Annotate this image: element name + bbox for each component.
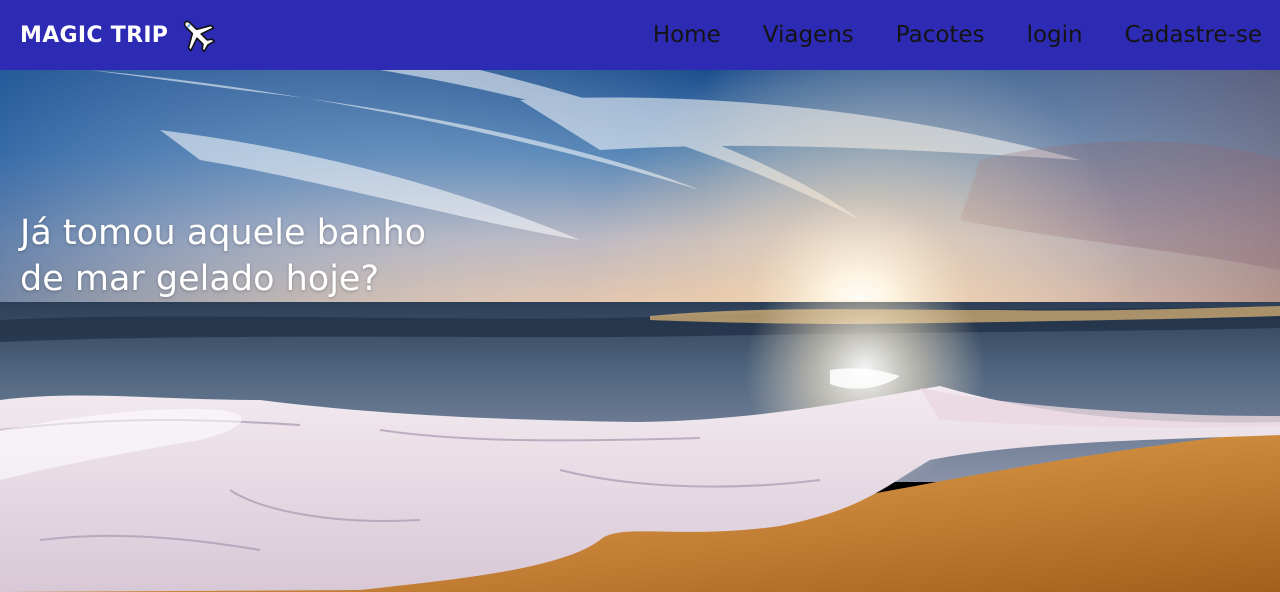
nav-pacotes-link[interactable]: Pacotes [896,0,985,70]
hero-headline-line-1: Já tomou aquele banho [20,213,427,253]
hero-banner: Já tomou aquele banho de mar gelado hoje… [0,70,1280,592]
hero-headline-line-2: de mar gelado hoje? [20,259,380,299]
airplane-icon [184,20,216,53]
nav-home-link[interactable]: Home [653,0,721,70]
main-nav: Home Viagens Pacotes login Cadastre-se [611,0,1262,70]
nav-viagens-link[interactable]: Viagens [763,0,854,70]
beach-sunset-photo [0,70,1280,592]
nav-cadastre-se-link[interactable]: Cadastre-se [1125,0,1262,70]
brand-name: MAGIC TRIP [20,22,169,48]
hero-headline: Já tomou aquele banho de mar gelado hoje… [20,210,480,302]
navbar: MAGIC TRIP Home Viagens Pacotes login Ca… [0,0,1280,70]
brand-link[interactable]: MAGIC TRIP [20,15,218,55]
nav-login-link[interactable]: login [1027,0,1083,70]
